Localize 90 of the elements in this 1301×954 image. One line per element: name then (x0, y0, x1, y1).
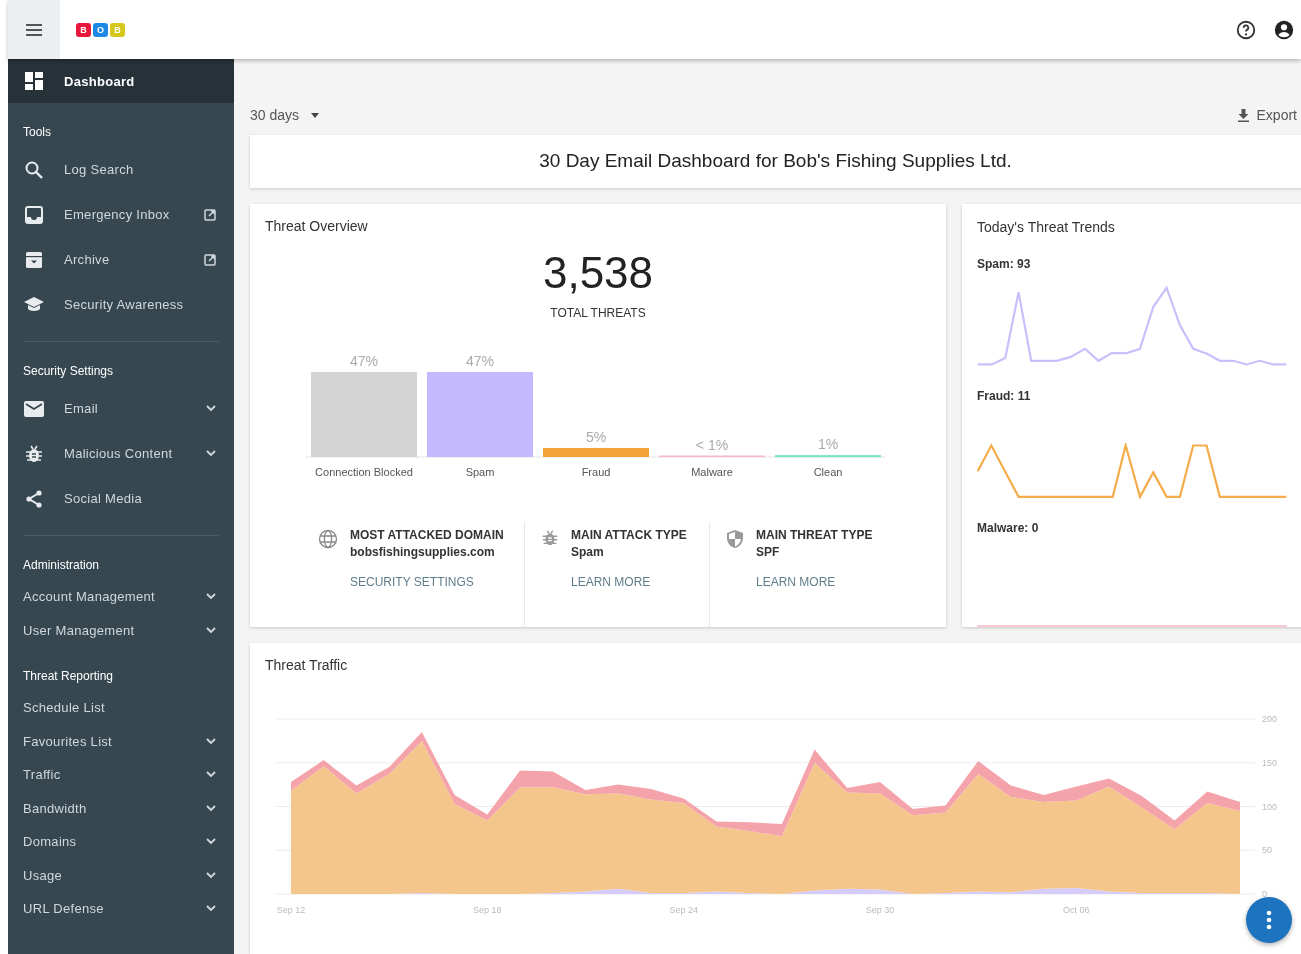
section-title: Security Settings (22, 363, 115, 380)
stat-link[interactable]: LEARN MORE (571, 575, 651, 590)
sidebar-item[interactable]: Security Awareness (8, 282, 234, 327)
share-icon (23, 488, 45, 509)
dashboard-icon (23, 71, 45, 91)
bug-icon (541, 529, 559, 548)
stat-value: SPF (756, 545, 781, 560)
value-label: 47% (350, 353, 378, 370)
sidebar-item[interactable]: URL Defense (8, 892, 234, 926)
menu-icon (25, 22, 43, 37)
archive-box-icon (23, 249, 45, 270)
category-label: Malware (691, 466, 733, 479)
section-title: Tools (22, 124, 52, 141)
section-title: Threat Reporting (22, 668, 115, 685)
value-label: 47% (466, 353, 494, 370)
sidebar-item[interactable]: Traffic (8, 758, 234, 792)
chevron-down-icon (206, 626, 216, 634)
sidebar-item[interactable]: Malicious Content (8, 431, 234, 476)
stat-link[interactable]: SECURITY SETTINGS (350, 575, 474, 590)
axis-label: Sep 24 (669, 905, 698, 916)
section-title: Administration (22, 557, 101, 574)
axis-label: 100 (1262, 801, 1278, 812)
total-threats-count: 3,538 (541, 248, 655, 299)
search-icon (23, 159, 45, 180)
sidebar-item[interactable]: Bandwidth (8, 791, 234, 825)
trend-label: Malware: 0 (976, 521, 1040, 536)
axis-label: 150 (1262, 757, 1278, 768)
export-button[interactable]: Export (1237, 107, 1297, 124)
chevron-down-icon (206, 450, 216, 457)
download-icon (1237, 108, 1249, 122)
stat-label: MAIN ATTACK TYPE (571, 528, 687, 543)
shield-icon (726, 529, 744, 550)
menu-button[interactable] (8, 0, 60, 59)
external-link-icon (204, 253, 216, 266)
axis-label: Sep 12 (276, 905, 306, 916)
bug-icon (23, 443, 45, 464)
sidebar-item[interactable]: Social Media (8, 476, 234, 521)
category-label: Spam (465, 466, 495, 479)
sidebar-item[interactable]: Emergency Inbox (8, 192, 234, 237)
card-title: Threat Overview (264, 218, 369, 235)
help-icon[interactable] (1235, 18, 1257, 41)
logo[interactable]: B O B (76, 22, 125, 37)
period-dropdown[interactable]: 30 days (250, 107, 320, 124)
card-title: Today's Threat Trends (976, 219, 1116, 236)
external-link-icon (204, 208, 216, 221)
sidebar-item[interactable]: Favourites List (8, 724, 234, 758)
total-threats-label: TOTAL THREATS (549, 306, 647, 321)
caret-icon (311, 112, 320, 118)
category-label: Fraud (581, 466, 611, 479)
value-label: 1% (817, 436, 839, 453)
chevron-down-icon (206, 405, 216, 412)
account-icon[interactable] (1273, 18, 1295, 41)
stat-link[interactable]: LEARN MORE (756, 575, 836, 590)
page-title: 30 Day Email Dashboard for Bob's Fishing Supplies Ltd. (539, 150, 1012, 173)
sidebar-item[interactable]: Domains (8, 825, 234, 859)
card-title: Threat Traffic (264, 657, 349, 674)
trend-label: Spam: 93 (976, 257, 1032, 272)
sidebar-item[interactable]: Account Management (8, 580, 234, 614)
sidebar-item[interactable]: Schedule List (8, 691, 234, 725)
chevron-down-icon (206, 737, 216, 745)
chevron-down-icon (206, 593, 216, 601)
chevron-down-icon (206, 871, 216, 879)
chevron-down-icon (206, 905, 216, 913)
value-label: < 1% (695, 436, 729, 453)
stat-label: MAIN THREAT TYPE (756, 528, 873, 543)
stat-value: bobsfishingsupplies.com (350, 545, 496, 560)
sidebar-item[interactable]: Log Search (8, 147, 234, 192)
inbox-icon (23, 204, 45, 225)
category-label: Clean (813, 466, 843, 479)
chevron-down-icon (206, 771, 216, 779)
stat-label: MOST ATTACKED DOMAIN (350, 528, 504, 543)
sidebar-item[interactable]: Usage (8, 858, 234, 892)
more-vertical-icon (1266, 910, 1272, 930)
chevron-down-icon (206, 838, 216, 846)
globe-icon (318, 529, 338, 550)
axis-label: Sep 18 (473, 905, 502, 916)
sidebar-item[interactable]: Archive (8, 237, 234, 282)
trend-label: Fraud: 11 (976, 389, 1032, 404)
axis-label: Oct 06 (1063, 905, 1090, 916)
sidebar-item[interactable]: Dashboard (8, 59, 234, 103)
axis-label: 200 (1262, 714, 1278, 725)
value-label: 5% (585, 429, 607, 446)
axis-label: 50 (1262, 845, 1272, 856)
stat-value: Spam (571, 545, 605, 560)
sidebar-item[interactable]: User Management (8, 613, 234, 647)
envelope-icon (23, 400, 45, 417)
sidebar-item[interactable]: Email (8, 386, 234, 431)
chevron-down-icon (206, 804, 216, 812)
axis-label: Sep 30 (865, 905, 895, 916)
category-label: Connection Blocked (315, 466, 413, 479)
